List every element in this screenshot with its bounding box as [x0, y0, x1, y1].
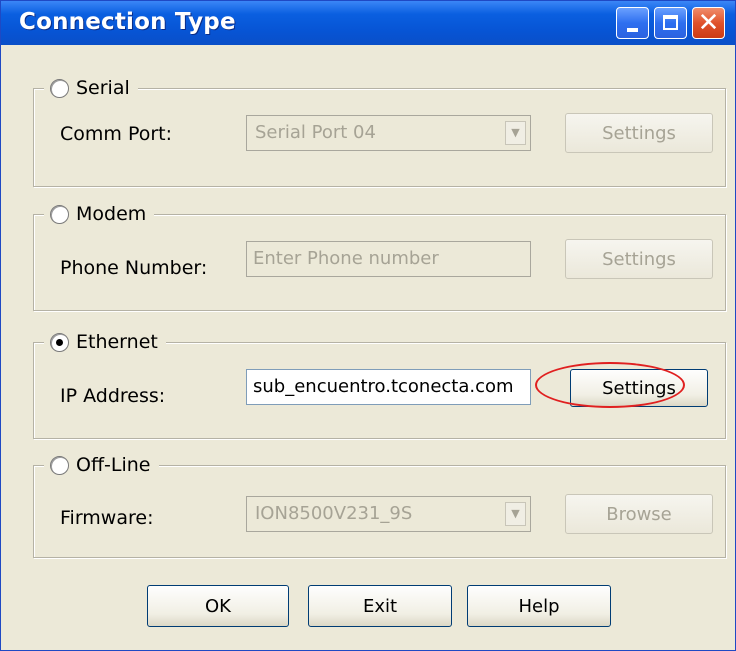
offline-group: Off-Line Firmware: ION8500V231_9S ▼ Brow… — [33, 452, 726, 558]
serial-settings-button[interactable]: Settings — [565, 113, 713, 153]
maximize-button[interactable] — [654, 7, 687, 39]
minimize-button[interactable] — [616, 7, 649, 39]
modem-group: Modem Phone Number: Enter Phone number S… — [33, 201, 726, 311]
serial-label: Serial — [76, 77, 130, 99]
browse-button[interactable]: Browse — [565, 494, 713, 534]
serial-radio-option[interactable]: Serial — [44, 75, 138, 101]
chevron-down-icon[interactable]: ▼ — [505, 502, 526, 526]
modem-settings-button[interactable]: Settings — [565, 239, 713, 279]
window-title: Connection Type — [19, 9, 236, 35]
title-bar[interactable]: Connection Type ✕ — [1, 1, 735, 45]
comm-port-label: Comm Port: — [60, 123, 173, 145]
firmware-value: ION8500V231_9S — [255, 503, 413, 524]
comm-port-value: Serial Port 04 — [255, 122, 376, 143]
phone-number-label: Phone Number: — [60, 257, 208, 279]
ethernet-radio-option[interactable]: Ethernet — [44, 329, 166, 355]
ethernet-radio[interactable] — [50, 332, 69, 352]
minimize-icon — [627, 28, 638, 32]
phone-number-input[interactable]: Enter Phone number — [246, 241, 531, 277]
ip-address-label: IP Address: — [60, 385, 166, 407]
ip-address-input[interactable]: sub_encuentro.tconecta.com — [246, 369, 531, 405]
offline-radio[interactable] — [50, 455, 69, 475]
connection-type-dialog: Connection Type ✕ Serial Comm Port: Seri… — [0, 0, 736, 651]
serial-group: Serial Comm Port: Serial Port 04 ▼ Setti… — [33, 75, 726, 187]
chevron-down-icon[interactable]: ▼ — [505, 121, 526, 145]
offline-label: Off-Line — [76, 454, 151, 476]
serial-radio[interactable] — [50, 78, 69, 98]
close-button[interactable]: ✕ — [692, 7, 725, 39]
modem-label: Modem — [76, 203, 147, 225]
modem-radio[interactable] — [50, 204, 69, 224]
offline-radio-option[interactable]: Off-Line — [44, 452, 159, 478]
firmware-label: Firmware: — [60, 507, 154, 529]
exit-button[interactable]: Exit — [308, 585, 452, 627]
ip-address-value: sub_encuentro.tconecta.com — [253, 376, 514, 397]
ok-button[interactable]: OK — [147, 585, 289, 627]
close-icon: ✕ — [697, 8, 720, 38]
phone-number-placeholder: Enter Phone number — [253, 248, 439, 269]
maximize-icon — [663, 15, 678, 30]
modem-radio-option[interactable]: Modem — [44, 201, 155, 227]
firmware-select[interactable]: ION8500V231_9S ▼ — [246, 496, 531, 532]
comm-port-select[interactable]: Serial Port 04 ▼ — [246, 115, 531, 151]
highlight-annotation — [535, 362, 685, 408]
help-button[interactable]: Help — [467, 585, 611, 627]
ethernet-label: Ethernet — [76, 331, 158, 353]
